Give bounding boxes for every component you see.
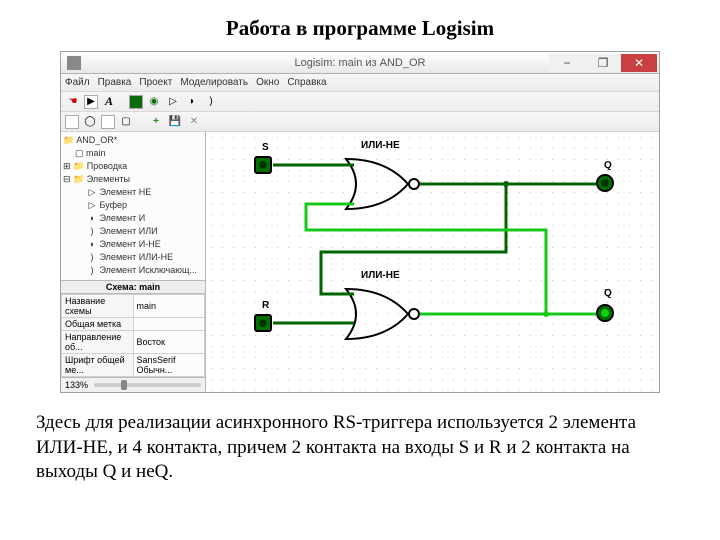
props-table[interactable]: Название схемыmain Общая метка Направлен… bbox=[61, 294, 205, 377]
caption: Здесь для реализации асинхронного RS-три… bbox=[0, 393, 720, 485]
not-gate-tool-icon[interactable]: ▷ bbox=[165, 94, 181, 110]
tree-nor[interactable]: ) Элемент ИЛИ-НЕ bbox=[63, 251, 203, 264]
menu-file[interactable]: Файл bbox=[65, 77, 90, 88]
logisim-window: Logisim: main из AND_OR − ❐ ✕ Файл Правк… bbox=[60, 51, 660, 393]
cut-icon[interactable]: ✕ bbox=[186, 114, 202, 130]
tree-xor[interactable]: ) Элемент Исключающ... bbox=[63, 264, 203, 277]
sidebar: 📁 AND_OR* ▢ main ⊞ 📁 Проводка ⊟ 📁 Элемен… bbox=[61, 132, 206, 392]
zoom-slider[interactable] bbox=[94, 383, 201, 387]
tree-project[interactable]: 📁 AND_OR* bbox=[63, 134, 203, 147]
toolbar: ☚ ▶ A ◉ ▷ ◗ ) bbox=[61, 92, 659, 112]
line-tool-icon[interactable]: ▢ bbox=[118, 114, 134, 130]
tree-main[interactable]: ▢ main bbox=[63, 147, 203, 160]
tree-or[interactable]: ) Элемент ИЛИ bbox=[63, 225, 203, 238]
pin-out-tool-icon[interactable]: ◉ bbox=[146, 94, 162, 110]
zoom-level: 133% bbox=[65, 380, 88, 390]
page-title: Работа в программе Logisim bbox=[0, 0, 720, 51]
titlebar: Logisim: main из AND_OR − ❐ ✕ bbox=[61, 52, 659, 74]
select-tool-icon[interactable]: ▶ bbox=[84, 95, 98, 109]
wires bbox=[206, 132, 659, 392]
toolbar2: ◯ ▢ + 💾 ✕ bbox=[61, 112, 659, 132]
pin-in-tool-icon[interactable] bbox=[129, 95, 143, 109]
tree-and[interactable]: ◗ Элемент И bbox=[63, 212, 203, 225]
tree-wiring[interactable]: ⊞ 📁 Проводка bbox=[63, 160, 203, 173]
add-icon[interactable]: + bbox=[148, 114, 164, 130]
rect-tool-icon[interactable] bbox=[101, 115, 115, 129]
menu-edit[interactable]: Правка bbox=[98, 77, 132, 88]
text-tool-icon[interactable]: A bbox=[101, 94, 117, 110]
ellipse-tool-icon[interactable]: ◯ bbox=[82, 114, 98, 130]
project-tree[interactable]: 📁 AND_OR* ▢ main ⊞ 📁 Проводка ⊟ 📁 Элемен… bbox=[61, 132, 205, 280]
menu-project[interactable]: Проект bbox=[139, 77, 172, 88]
canvas[interactable]: S R Q _ Q ИЛИ-НЕ ИЛИ-НЕ bbox=[206, 132, 659, 392]
menu-window[interactable]: Окно bbox=[256, 77, 279, 88]
tree-nand[interactable]: ◗ Элемент И-НЕ bbox=[63, 238, 203, 251]
or-gate-tool-icon[interactable]: ) bbox=[203, 94, 219, 110]
square-tool-icon[interactable] bbox=[65, 115, 79, 129]
tree-not[interactable]: ▷ Элемент НЕ bbox=[63, 186, 203, 199]
and-gate-tool-icon[interactable]: ◗ bbox=[184, 94, 200, 110]
tree-buf[interactable]: ▷ Буфер bbox=[63, 199, 203, 212]
menu-sim[interactable]: Моделировать bbox=[180, 77, 248, 88]
tree-elements[interactable]: ⊟ 📁 Элементы bbox=[63, 173, 203, 186]
window-title: Logisim: main из AND_OR bbox=[61, 57, 659, 69]
menu-help[interactable]: Справка bbox=[287, 77, 326, 88]
menubar: Файл Правка Проект Моделировать Окно Спр… bbox=[61, 74, 659, 92]
zoom-bar[interactable]: 133% bbox=[61, 377, 205, 392]
props-header: Схема: main bbox=[61, 280, 205, 294]
poke-tool-icon[interactable]: ☚ bbox=[65, 94, 81, 110]
save-icon[interactable]: 💾 bbox=[167, 114, 183, 130]
